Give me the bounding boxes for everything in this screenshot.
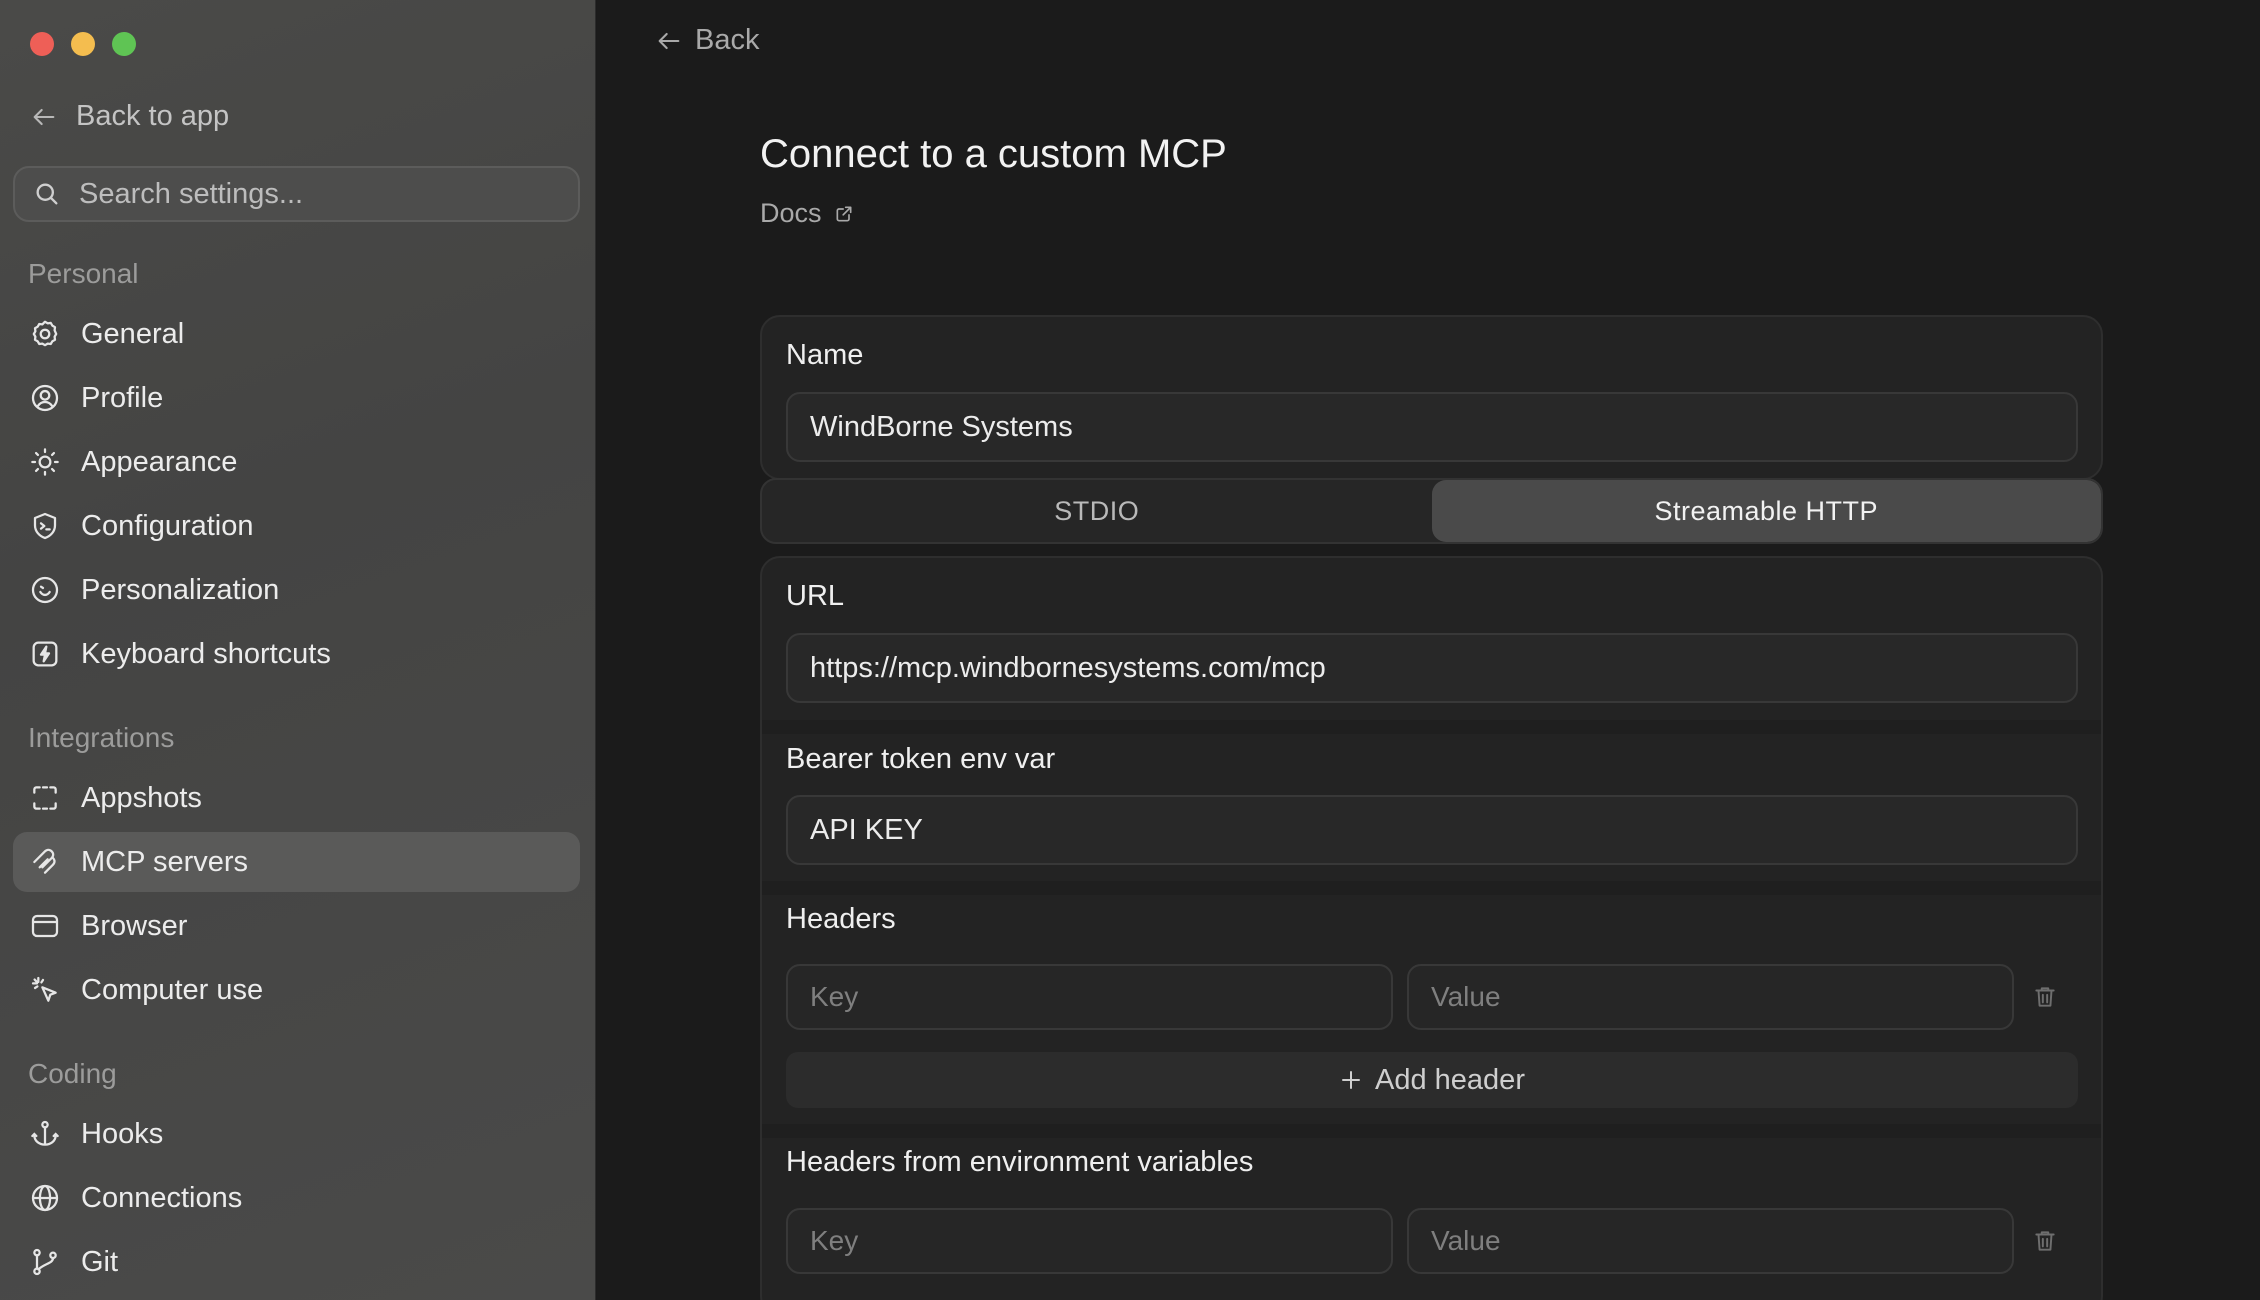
- sun-icon: [31, 448, 59, 476]
- docs-label: Docs: [760, 198, 822, 228]
- sidebar-item-label: Computer use: [81, 973, 264, 1006]
- docs-link[interactable]: Docs: [760, 198, 854, 229]
- section-label-personal: Personal: [28, 258, 139, 289]
- sidebar-item-label: Keyboard shortcuts: [81, 637, 331, 670]
- sidebar-item-label: Hooks: [81, 1117, 164, 1150]
- browser-window-icon: [31, 914, 59, 938]
- search-input[interactable]: [79, 177, 559, 211]
- sidebar-item-label: Appshots: [81, 781, 202, 814]
- tab-stdio[interactable]: STDIO: [762, 480, 1432, 542]
- trash-icon[interactable]: [2032, 984, 2058, 1010]
- bolt-square-icon: [32, 641, 58, 667]
- search-box[interactable]: [13, 166, 580, 222]
- http-settings-card: URL Bearer token env var Headers Add hea…: [760, 556, 2103, 1300]
- sidebar-item-profile[interactable]: Profile: [13, 368, 580, 428]
- name-card: Name: [760, 315, 2103, 480]
- env-headers-label: Headers from environment variables: [786, 1146, 1254, 1178]
- sidebar-item-label: Profile: [81, 381, 164, 414]
- sidebar-item-computer-use[interactable]: Computer use: [13, 960, 580, 1020]
- shield-terminal-icon: [33, 512, 57, 540]
- user-circle-icon: [31, 384, 59, 412]
- sidebar-item-connections[interactable]: Connections: [13, 1168, 580, 1228]
- tab-streamable-http[interactable]: Streamable HTTP: [1431, 480, 2101, 542]
- external-link-icon: [836, 206, 852, 221]
- sidebar-item-label: Appearance: [81, 445, 238, 478]
- bearer-token-label: Bearer token env var: [786, 743, 1056, 775]
- headers-label: Headers: [786, 903, 896, 935]
- env-header-key-input[interactable]: [786, 1208, 1393, 1274]
- transport-selector: STDIO Streamable HTTP: [760, 478, 2103, 544]
- sidebar-item-browser[interactable]: Browser: [13, 896, 580, 956]
- mcp-plug-icon: [33, 848, 56, 874]
- sidebar-item-hooks[interactable]: Hooks: [13, 1104, 580, 1164]
- globe-icon: [31, 1184, 59, 1212]
- sidebar-item-label: Browser: [81, 909, 188, 942]
- git-branch-icon: [33, 1248, 57, 1276]
- sidebar-item-git[interactable]: Git: [13, 1232, 580, 1292]
- env-header-value-input[interactable]: [1407, 1208, 2014, 1274]
- section-divider: [762, 720, 2101, 734]
- sidebar-item-mcp-servers[interactable]: MCP servers: [13, 832, 580, 892]
- cursor-click-icon: [31, 976, 57, 1002]
- sidebar-item-keyboard-shortcuts[interactable]: Keyboard shortcuts: [13, 624, 580, 684]
- sidebar-item-configuration[interactable]: Configuration: [13, 496, 580, 556]
- sidebar: Back to app Personal General Profile App…: [0, 0, 596, 1300]
- url-label: URL: [786, 580, 845, 612]
- zoom-window-button[interactable]: [112, 32, 136, 56]
- plus-icon: [1342, 1071, 1361, 1089]
- sidebar-item-personalization[interactable]: Personalization: [13, 560, 580, 620]
- sidebar-item-label: Git: [81, 1245, 119, 1278]
- search-icon: [36, 183, 58, 205]
- anchor-icon: [31, 1120, 59, 1146]
- sidebar-item-general[interactable]: General: [13, 304, 580, 364]
- section-divider: [762, 1124, 2101, 1138]
- sidebar-item-appearance[interactable]: Appearance: [13, 432, 580, 492]
- url-input[interactable]: [786, 633, 2078, 703]
- back-to-app-label: Back to app: [76, 100, 230, 132]
- header-value-input[interactable]: [1407, 964, 2014, 1030]
- arrow-left-icon: [658, 32, 680, 49]
- sidebar-item-label: MCP servers: [81, 845, 249, 878]
- back-to-app-link[interactable]: Back to app: [30, 100, 229, 133]
- name-input[interactable]: [786, 392, 2078, 462]
- close-window-button[interactable]: [30, 32, 54, 56]
- header-key-input[interactable]: [786, 964, 1393, 1030]
- gear-icon: [32, 320, 58, 347]
- section-label-integrations: Integrations: [28, 722, 175, 753]
- bearer-token-input[interactable]: [786, 795, 2078, 865]
- section-label-coding: Coding: [28, 1058, 117, 1089]
- screenshot-frame-icon: [33, 786, 57, 810]
- sidebar-item-label: Personalization: [81, 573, 280, 606]
- back-label: Back: [695, 24, 760, 56]
- sidebar-item-appshots[interactable]: Appshots: [13, 768, 580, 828]
- add-header-label: Add header: [1375, 1063, 1525, 1096]
- page-title: Connect to a custom MCP: [760, 132, 1227, 176]
- sidebar-item-label: Configuration: [81, 509, 254, 542]
- minimize-window-button[interactable]: [71, 32, 95, 56]
- main-panel: Back Connect to a custom MCP Docs Name S…: [597, 0, 2260, 1300]
- section-divider: [762, 881, 2101, 895]
- add-header-button[interactable]: Add header: [786, 1052, 2078, 1108]
- arrow-left-icon: [33, 108, 55, 125]
- sidebar-item-label: General: [81, 317, 185, 350]
- name-label: Name: [786, 339, 864, 371]
- back-button[interactable]: Back: [655, 24, 759, 57]
- trash-icon[interactable]: [2032, 1228, 2058, 1254]
- sidebar-item-label: Connections: [81, 1181, 243, 1214]
- smile-icon: [31, 576, 59, 604]
- window-controls: [30, 32, 136, 56]
